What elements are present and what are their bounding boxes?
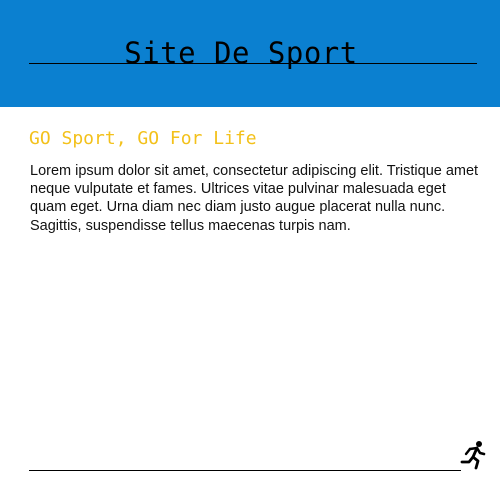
site-title: Site De Sport — [124, 36, 358, 70]
intro-paragraph: Lorem ipsum dolor sit amet, consectetur … — [30, 163, 479, 234]
header-divider — [29, 63, 477, 64]
footer-divider — [29, 470, 461, 471]
page: Site De Sport GO Sport, GO For Life Lore… — [0, 0, 500, 500]
slogan-heading: GO Sport, GO For Life — [29, 128, 257, 149]
runner-icon — [460, 441, 486, 470]
site-header: Site De Sport — [0, 0, 500, 107]
